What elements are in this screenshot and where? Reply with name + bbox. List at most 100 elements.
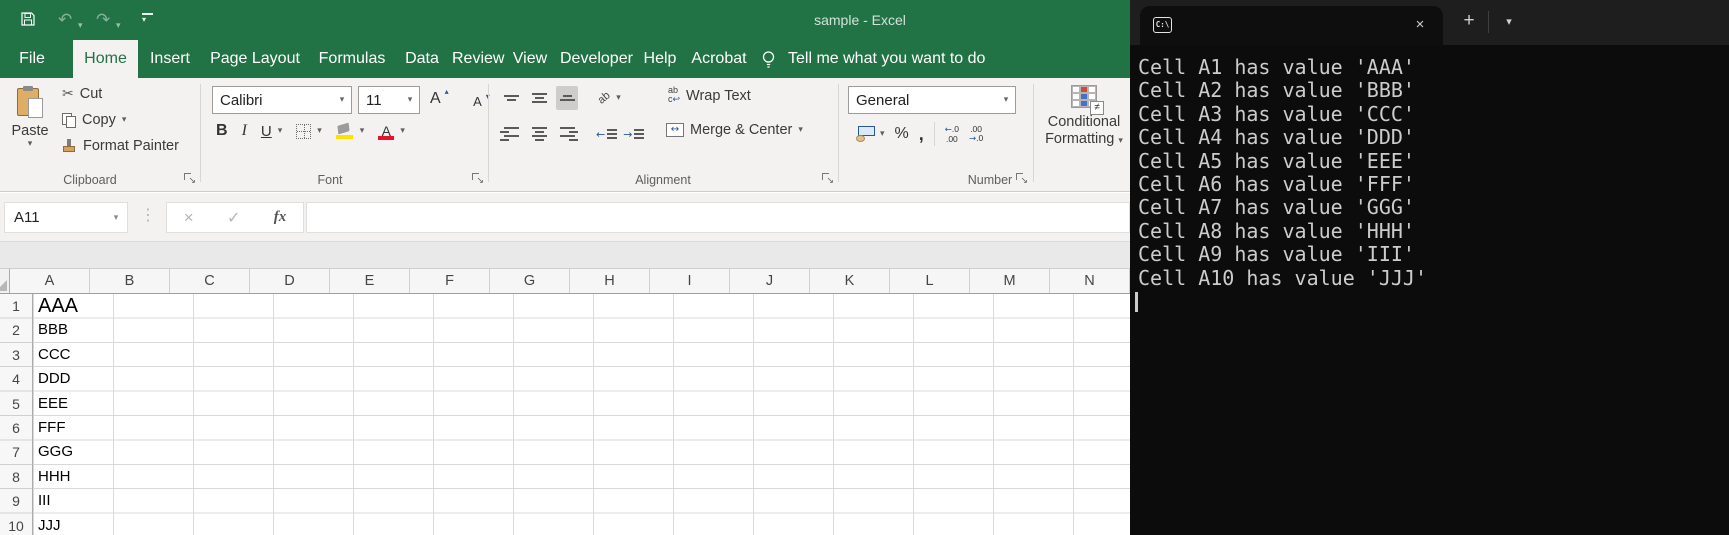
fill-color-dropdown-icon[interactable]: ▾ bbox=[360, 126, 365, 136]
tab-home[interactable]: Home bbox=[73, 40, 138, 78]
redo-button[interactable]: ↷ bbox=[96, 7, 110, 33]
enter-icon[interactable]: ✓ bbox=[227, 208, 240, 227]
column-header-e[interactable]: E bbox=[330, 269, 410, 293]
formula-input[interactable] bbox=[306, 202, 1130, 233]
decrease-indent-icon[interactable]: ← bbox=[596, 128, 617, 141]
font-name-select[interactable]: Calibri ▾ bbox=[212, 86, 352, 114]
copy-button[interactable]: Copy ▾ bbox=[62, 112, 126, 128]
column-header-l[interactable]: L bbox=[890, 269, 970, 293]
cancel-icon[interactable]: × bbox=[184, 208, 194, 228]
column-header-d[interactable]: D bbox=[250, 269, 330, 293]
column-header-i[interactable]: I bbox=[650, 269, 730, 293]
tab-acrobat[interactable]: Acrobat bbox=[690, 40, 748, 78]
column-header-g[interactable]: G bbox=[490, 269, 570, 293]
align-bottom-icon[interactable] bbox=[556, 86, 578, 110]
cell-a8[interactable]: HHH bbox=[33, 465, 113, 489]
conditional-formatting-button[interactable]: ≠ Conditional Formatting ▾ bbox=[1038, 80, 1130, 166]
tell-me-box[interactable]: Tell me what you want to do bbox=[788, 40, 985, 78]
accounting-format-icon[interactable] bbox=[856, 126, 876, 142]
column-header-b[interactable]: B bbox=[90, 269, 170, 293]
align-left-icon[interactable] bbox=[500, 122, 522, 146]
row-header[interactable]: 1 bbox=[0, 294, 32, 318]
orientation-icon[interactable]: ab bbox=[596, 89, 613, 106]
row-header[interactable]: 9 bbox=[0, 489, 32, 513]
tab-dropdown-button[interactable]: ▾ bbox=[1496, 9, 1522, 35]
redo-dropdown-icon[interactable]: ▾ bbox=[116, 13, 121, 39]
font-color-icon[interactable]: A bbox=[378, 123, 394, 140]
cut-button[interactable]: ✂ Cut bbox=[62, 86, 102, 102]
name-box-dropdown-icon[interactable]: ▾ bbox=[105, 213, 127, 223]
decrease-font-size-button[interactable]: A▾ bbox=[473, 94, 482, 109]
close-tab-icon[interactable]: × bbox=[1409, 14, 1431, 36]
align-center-icon[interactable] bbox=[528, 122, 550, 146]
qat-customize-icon[interactable]: ▾ bbox=[142, 13, 154, 25]
accounting-dropdown-icon[interactable]: ▾ bbox=[880, 129, 885, 139]
merge-center-button[interactable]: ↔ Merge & Center ▾ bbox=[666, 122, 803, 138]
tab-formulas[interactable]: Formulas bbox=[316, 40, 388, 78]
tab-developer[interactable]: Developer bbox=[560, 40, 630, 78]
tab-file[interactable]: File bbox=[10, 40, 54, 78]
align-right-icon[interactable] bbox=[556, 122, 578, 146]
insert-function-button[interactable]: fx bbox=[274, 209, 287, 226]
undo-button[interactable]: ↶ bbox=[58, 7, 72, 33]
tab-page-layout[interactable]: Page Layout bbox=[210, 40, 300, 78]
align-top-icon[interactable] bbox=[500, 86, 522, 110]
borders-dropdown-icon[interactable]: ▾ bbox=[317, 126, 322, 136]
cells-area[interactable] bbox=[33, 294, 1130, 535]
cell-a9[interactable]: III bbox=[33, 489, 113, 513]
fill-color-icon[interactable] bbox=[336, 123, 354, 139]
cell-a3[interactable]: CCC bbox=[33, 343, 113, 367]
underline-button[interactable]: U bbox=[261, 123, 272, 140]
row-header[interactable]: 7 bbox=[0, 440, 32, 464]
bold-button[interactable]: B bbox=[216, 122, 228, 140]
cell-a1[interactable]: AAA bbox=[33, 294, 113, 318]
worksheet-grid[interactable]: 1 2 3 4 5 6 7 8 9 10 AAA BBB CCC DDD EEE… bbox=[0, 294, 1130, 535]
underline-dropdown-icon[interactable]: ▾ bbox=[278, 126, 283, 136]
percent-style-button[interactable]: % bbox=[895, 125, 909, 143]
increase-indent-icon[interactable]: → bbox=[623, 128, 644, 141]
orientation-dropdown-icon[interactable]: ▾ bbox=[616, 93, 621, 103]
tab-data[interactable]: Data bbox=[398, 40, 446, 78]
save-button[interactable] bbox=[20, 9, 36, 35]
undo-dropdown-icon[interactable]: ▾ bbox=[78, 13, 83, 39]
align-middle-icon[interactable] bbox=[528, 86, 550, 110]
paste-button[interactable]: Paste ▾ bbox=[6, 82, 54, 164]
column-header-f[interactable]: F bbox=[410, 269, 490, 293]
select-all-corner[interactable] bbox=[0, 269, 10, 293]
formula-bar-drag-handle[interactable]: ⋮ bbox=[140, 205, 156, 224]
tab-insert[interactable]: Insert bbox=[146, 40, 194, 78]
cell-a6[interactable]: FFF bbox=[33, 416, 113, 440]
cell-a10[interactable]: JJJ bbox=[33, 514, 113, 535]
row-header[interactable]: 8 bbox=[0, 465, 32, 489]
increase-font-size-button[interactable]: A▴ bbox=[430, 90, 441, 107]
tab-view[interactable]: View bbox=[508, 40, 552, 78]
row-header[interactable]: 6 bbox=[0, 416, 32, 440]
tab-review[interactable]: Review bbox=[452, 40, 500, 78]
number-dialog-launcher[interactable]: ↘ bbox=[1016, 173, 1027, 184]
row-header[interactable]: 3 bbox=[0, 343, 32, 367]
column-header-j[interactable]: J bbox=[730, 269, 810, 293]
column-header-k[interactable]: K bbox=[810, 269, 890, 293]
tab-help[interactable]: Help bbox=[638, 40, 682, 78]
font-size-select[interactable]: 11 ▾ bbox=[358, 86, 420, 114]
column-header-h[interactable]: H bbox=[570, 269, 650, 293]
number-format-select[interactable]: General ▾ bbox=[848, 86, 1016, 114]
borders-icon[interactable] bbox=[296, 124, 311, 139]
alignment-dialog-launcher[interactable]: ↘ bbox=[822, 173, 833, 184]
terminal-body[interactable]: Cell A1 has value 'AAA' Cell A2 has valu… bbox=[1130, 45, 1729, 535]
column-header-c[interactable]: C bbox=[170, 269, 250, 293]
column-header-m[interactable]: M bbox=[970, 269, 1050, 293]
font-color-dropdown-icon[interactable]: ▾ bbox=[400, 126, 405, 136]
clipboard-dialog-launcher[interactable]: ↘ bbox=[184, 173, 195, 184]
increase-decimal-icon[interactable]: ←.0.00 bbox=[945, 125, 959, 144]
column-header-n[interactable]: N bbox=[1050, 269, 1130, 293]
terminal-tab[interactable]: C:\ × bbox=[1140, 6, 1443, 45]
column-header-a[interactable]: A bbox=[10, 269, 90, 293]
name-box[interactable]: A11 ▾ bbox=[4, 202, 128, 233]
cell-a5[interactable]: EEE bbox=[33, 392, 113, 416]
decrease-decimal-icon[interactable]: .00→.0 bbox=[969, 125, 983, 144]
wrap-text-button[interactable]: abc↩ Wrap Text bbox=[668, 86, 751, 105]
format-painter-button[interactable]: Format Painter bbox=[62, 138, 179, 154]
cell-a4[interactable]: DDD bbox=[33, 367, 113, 391]
cell-a2[interactable]: BBB bbox=[33, 318, 113, 342]
